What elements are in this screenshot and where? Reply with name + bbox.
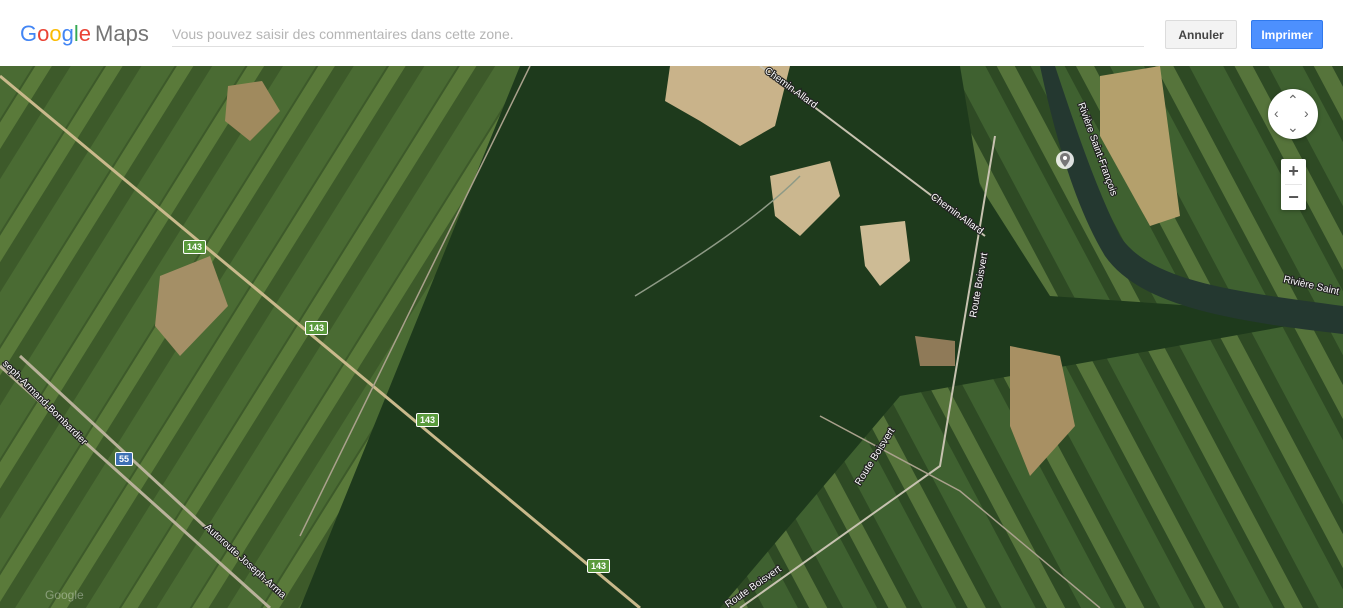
zoom-control: + − — [1281, 159, 1306, 210]
maps-logo-text: Maps — [95, 21, 149, 46]
pan-right-icon[interactable]: › — [1304, 106, 1309, 120]
satellite-map[interactable]: Chemin Allard Chemin Allard Route Boisve… — [0, 66, 1343, 608]
autoroute-55-shield: 55 — [115, 452, 134, 466]
print-header: GoogleMaps Annuler Imprimer — [0, 0, 1360, 66]
map-watermark: Google — [45, 588, 84, 602]
route-143-shield: 143 — [305, 321, 329, 335]
zoom-out-button[interactable]: − — [1281, 185, 1306, 210]
route-143-shield: 143 — [587, 559, 611, 573]
route-143-shield: 143 — [416, 413, 440, 427]
route-143-shield: 143 — [183, 240, 207, 254]
satellite-imagery: Chemin Allard Chemin Allard Route Boisve… — [0, 66, 1343, 608]
cancel-button[interactable]: Annuler — [1165, 20, 1237, 49]
pan-down-icon[interactable]: ⌄ — [1287, 120, 1299, 134]
pan-up-icon[interactable]: ⌃ — [1287, 93, 1299, 107]
print-button[interactable]: Imprimer — [1251, 20, 1323, 49]
pan-control[interactable]: ⌃ ⌄ ‹ › — [1268, 89, 1318, 139]
zoom-in-button[interactable]: + — [1281, 159, 1306, 184]
google-logo-text: Google — [20, 21, 92, 46]
comment-input[interactable] — [172, 22, 1144, 47]
google-maps-logo: Google Maps — [20, 20, 149, 48]
pan-left-icon[interactable]: ‹ — [1274, 106, 1279, 120]
location-pin-icon[interactable] — [1055, 150, 1075, 177]
